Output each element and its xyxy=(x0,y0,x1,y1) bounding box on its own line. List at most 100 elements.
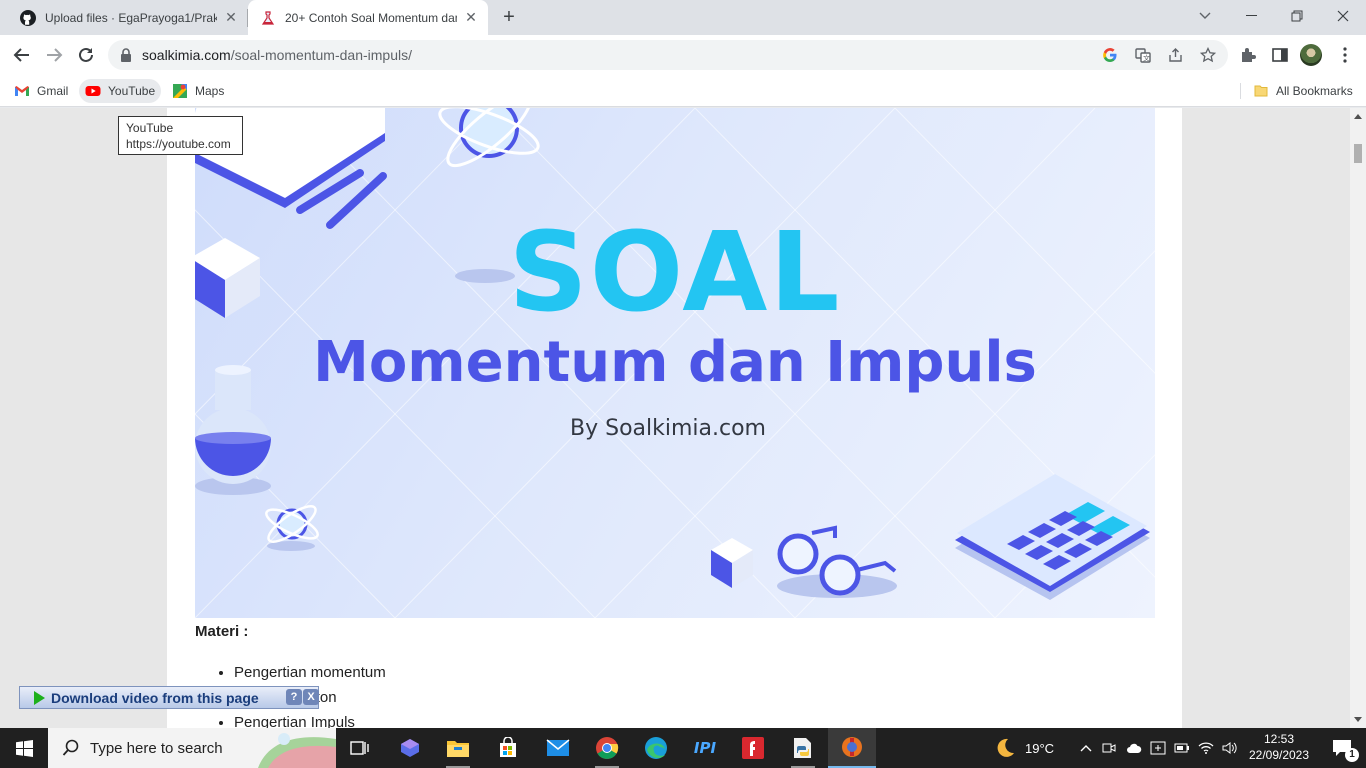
page-viewport: SOAL Momentum dan Impuls By Soalkimia.co… xyxy=(0,108,1350,728)
scroll-up-arrow-icon[interactable] xyxy=(1354,114,1362,119)
clock-date: 22/09/2023 xyxy=(1248,748,1310,762)
clock-time: 12:53 xyxy=(1263,732,1295,746)
chevron-up-icon[interactable] xyxy=(1080,744,1092,752)
onedrive-cloud-icon[interactable] xyxy=(1126,742,1142,754)
restore-button[interactable] xyxy=(1274,0,1320,32)
atom-icon xyxy=(265,505,319,551)
bookmarks-bar: Gmail YouTube Maps All Bookmarks xyxy=(0,75,1366,107)
google-lens-icon[interactable] xyxy=(1102,47,1118,63)
search-icon xyxy=(62,739,79,756)
profile-avatar[interactable] xyxy=(1300,44,1322,66)
back-arrow-icon xyxy=(13,48,29,62)
edge-icon xyxy=(645,737,667,759)
folder-icon xyxy=(1254,85,1268,97)
share-icon[interactable] xyxy=(1168,47,1184,63)
reload-button[interactable] xyxy=(74,43,98,67)
taskbar-clock[interactable]: 12:53 22/09/2023 xyxy=(1240,731,1318,763)
download-video-bar[interactable]: Download video from this page ? X xyxy=(19,686,319,709)
taskbar-file-explorer[interactable] xyxy=(434,728,482,768)
taskbar-cortana-app[interactable] xyxy=(386,728,434,768)
banner-byline: By Soalkimia.com xyxy=(570,416,766,441)
copilot-icon xyxy=(401,739,419,757)
youtube-icon xyxy=(85,86,101,96)
tab-soal-momentum[interactable]: 20+ Contoh Soal Momentum dan Impuls ✕ xyxy=(248,0,488,35)
taskbar-microsoft-store[interactable] xyxy=(484,728,532,768)
start-button[interactable] xyxy=(0,728,48,768)
bookmark-label: YouTube xyxy=(108,84,156,98)
translate-icon[interactable]: 文 xyxy=(1135,47,1151,63)
notification-center-button[interactable]: 1 xyxy=(1318,728,1366,768)
weather-temp: 19°C xyxy=(1025,740,1055,756)
taskbar-mail[interactable] xyxy=(534,728,582,768)
weather-widget[interactable]: 19°C xyxy=(994,728,1054,768)
app-icon xyxy=(842,737,862,757)
bookmark-star-icon[interactable] xyxy=(1200,47,1216,63)
tab-strip: Upload files · EgaPrayoga1/PrakF ✕ 20+ C… xyxy=(0,0,1366,35)
taskbar-search-box[interactable]: Type here to search xyxy=(48,728,336,768)
github-icon xyxy=(20,9,36,26)
browser-toolbar: soalkimia.com/soal-momentum-dan-impuls/ … xyxy=(0,35,1366,75)
tab-title: 20+ Contoh Soal Momentum dan Impuls xyxy=(285,10,457,25)
download-video-label[interactable]: Download video from this page xyxy=(51,690,259,706)
maps-icon xyxy=(173,84,187,98)
taskbar-python-app[interactable] xyxy=(779,728,827,768)
close-window-button[interactable] xyxy=(1320,0,1366,32)
volume-icon[interactable] xyxy=(1222,741,1238,755)
gmail-icon xyxy=(15,86,29,96)
bookmark-label: Maps xyxy=(195,84,225,98)
minimize-button[interactable] xyxy=(1228,0,1274,32)
search-highlight-illustration-icon xyxy=(258,733,336,768)
forward-button[interactable] xyxy=(42,43,66,67)
wifi-icon[interactable] xyxy=(1198,741,1214,755)
page-scrollbar[interactable] xyxy=(1350,108,1366,728)
scroll-down-arrow-icon[interactable] xyxy=(1354,717,1362,722)
calculator-icon xyxy=(955,474,1150,600)
system-tray-icons xyxy=(1080,728,1238,768)
side-panel-icon[interactable] xyxy=(1271,46,1289,64)
more-menu-icon[interactable] xyxy=(1336,46,1354,64)
help-button[interactable]: ? xyxy=(286,689,302,705)
bookmark-tooltip: YouTube https://youtube.com xyxy=(118,116,243,155)
list-item: Pengertian Impuls xyxy=(234,714,386,728)
back-button[interactable] xyxy=(10,43,34,67)
task-view-button[interactable] xyxy=(336,728,384,768)
battery-icon[interactable] xyxy=(1174,742,1190,754)
materi-heading: Materi : xyxy=(195,623,249,640)
play-icon xyxy=(34,690,45,705)
address-bar[interactable]: soalkimia.com/soal-momentum-dan-impuls/ … xyxy=(108,40,1228,70)
scrollbar-thumb[interactable] xyxy=(1354,144,1362,163)
moon-icon xyxy=(997,738,1014,757)
mail-icon xyxy=(546,739,570,756)
taskbar-edge[interactable] xyxy=(632,728,680,768)
tab-search-chevron-icon[interactable] xyxy=(1182,0,1228,32)
extensions-puzzle-icon[interactable] xyxy=(1239,46,1257,64)
close-tab-icon[interactable]: ✕ xyxy=(223,9,239,26)
lock-icon[interactable] xyxy=(120,48,132,62)
meet-now-icon[interactable] xyxy=(1102,741,1116,755)
foxit-icon xyxy=(742,737,764,759)
bookmark-gmail[interactable]: Gmail xyxy=(8,79,74,103)
close-button[interactable]: X xyxy=(303,689,319,705)
security-icon[interactable] xyxy=(1150,741,1166,755)
all-bookmarks-button[interactable]: All Bookmarks xyxy=(1247,79,1359,103)
tab-github-upload[interactable]: Upload files · EgaPrayoga1/PrakF ✕ xyxy=(12,0,247,35)
url-text[interactable]: soalkimia.com/soal-momentum-dan-impuls/ xyxy=(142,47,412,63)
article-banner-image: SOAL Momentum dan Impuls By Soalkimia.co… xyxy=(195,108,1155,618)
taskbar-foxit-app[interactable] xyxy=(729,728,777,768)
taskbar-ipi-app[interactable]: IPI xyxy=(681,728,729,768)
bookmark-label: Gmail xyxy=(37,84,69,98)
reload-icon xyxy=(79,47,93,62)
close-tab-icon[interactable]: ✕ xyxy=(463,9,479,26)
url-path: /soal-momentum-dan-impuls/ xyxy=(230,47,412,63)
taskbar-active-app[interactable] xyxy=(828,728,876,768)
tooltip-title: YouTube xyxy=(126,121,174,135)
article-content: SOAL Momentum dan Impuls By Soalkimia.co… xyxy=(167,108,1182,728)
bookmark-youtube[interactable]: YouTube xyxy=(79,79,162,103)
bookmark-maps[interactable]: Maps xyxy=(166,79,230,103)
banner-title: SOAL xyxy=(508,208,842,336)
taskbar-chrome[interactable] xyxy=(583,728,631,768)
forward-arrow-icon xyxy=(47,48,63,62)
bookmarks-divider xyxy=(1240,83,1241,99)
new-tab-button[interactable]: + xyxy=(498,6,520,28)
store-icon xyxy=(500,737,516,757)
